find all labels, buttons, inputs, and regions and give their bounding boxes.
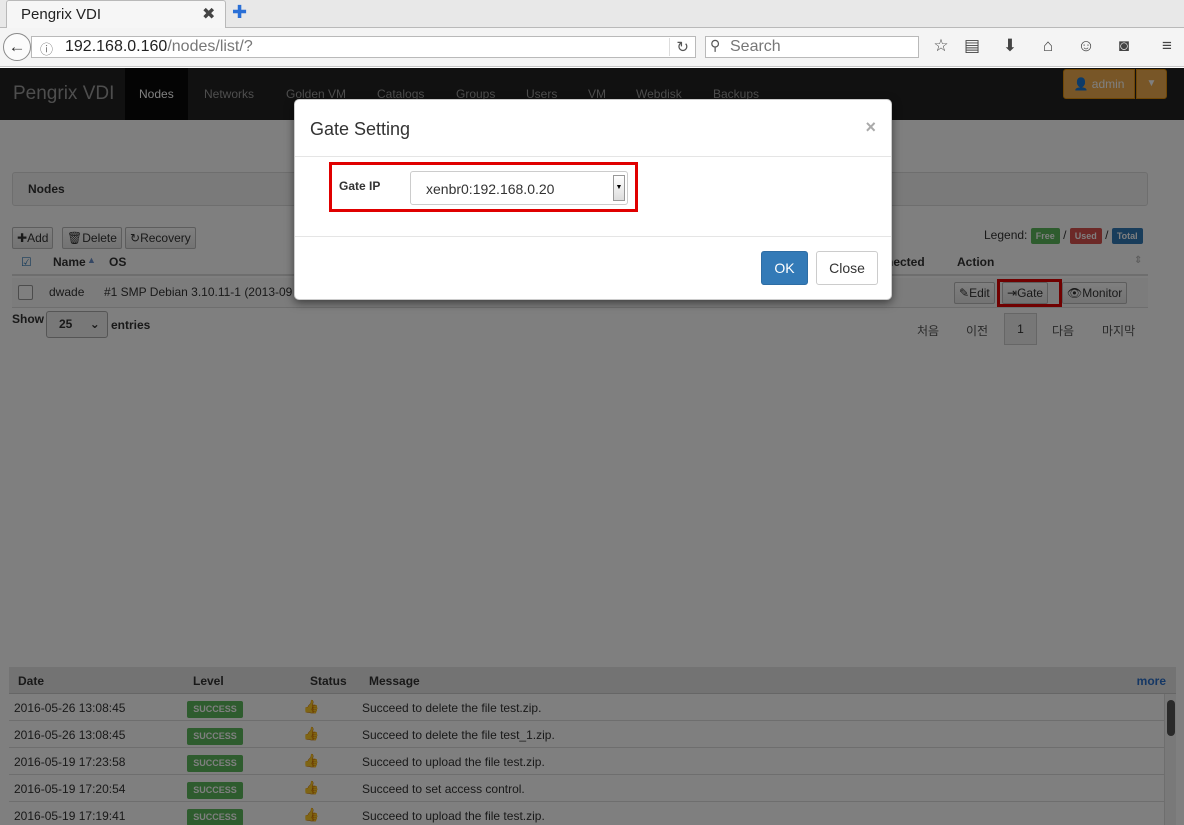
close-button[interactable]: Close: [816, 251, 878, 285]
pocket-icon[interactable]: ◙: [1113, 36, 1135, 56]
reload-icon[interactable]: ↻: [669, 38, 689, 56]
gate-ip-label: Gate IP: [339, 179, 381, 193]
close-tab-icon[interactable]: ✖: [202, 4, 215, 24]
home-icon[interactable]: ⌂: [1037, 36, 1059, 56]
ok-button[interactable]: OK: [761, 251, 808, 285]
tab-title: Pengrix VDI: [21, 6, 102, 23]
menu-icon[interactable]: ≡: [1156, 36, 1178, 56]
gate-ip-select[interactable]: xenbr0:192.168.0.20 ▼: [410, 171, 628, 205]
back-arrow-icon[interactable]: ←: [3, 33, 31, 61]
browser-tab[interactable]: Pengrix VDI ✖: [6, 0, 226, 28]
new-tab-icon[interactable]: ✚: [232, 2, 247, 23]
bookmark-star-icon[interactable]: ☆: [930, 36, 952, 56]
url-bar[interactable]: ⓘ 192.168.0.160/nodes/list/? ↻: [31, 36, 696, 58]
browser-toolbar: ← ⓘ 192.168.0.160/nodes/list/? ↻ ⚲ Searc…: [0, 28, 1184, 67]
info-icon[interactable]: ⓘ: [40, 39, 53, 58]
dropdown-arrow-icon[interactable]: ▼: [613, 175, 625, 201]
gate-setting-dialog: Gate Setting × Gate IP xenbr0:192.168.0.…: [294, 99, 892, 300]
search-icon: ⚲: [710, 37, 721, 53]
close-icon[interactable]: ×: [865, 117, 876, 138]
download-icon[interactable]: ⬇: [999, 36, 1021, 56]
reading-list-icon[interactable]: ▤: [961, 36, 983, 56]
browser-tab-bar: Pengrix VDI ✖ ✚: [0, 0, 1184, 28]
search-placeholder: Search: [730, 38, 781, 55]
modal-title: Gate Setting: [310, 119, 411, 139]
gate-ip-value: xenbr0:192.168.0.20: [426, 181, 555, 197]
modal-header-divider: [295, 156, 891, 157]
gate-ip-highlight: Gate IP xenbr0:192.168.0.20 ▼: [329, 162, 638, 212]
chat-icon[interactable]: ☺: [1075, 36, 1097, 56]
search-input[interactable]: ⚲ Search: [705, 36, 919, 58]
url-text: 192.168.0.160/nodes/list/?: [65, 38, 253, 55]
modal-footer-divider: [295, 236, 891, 237]
